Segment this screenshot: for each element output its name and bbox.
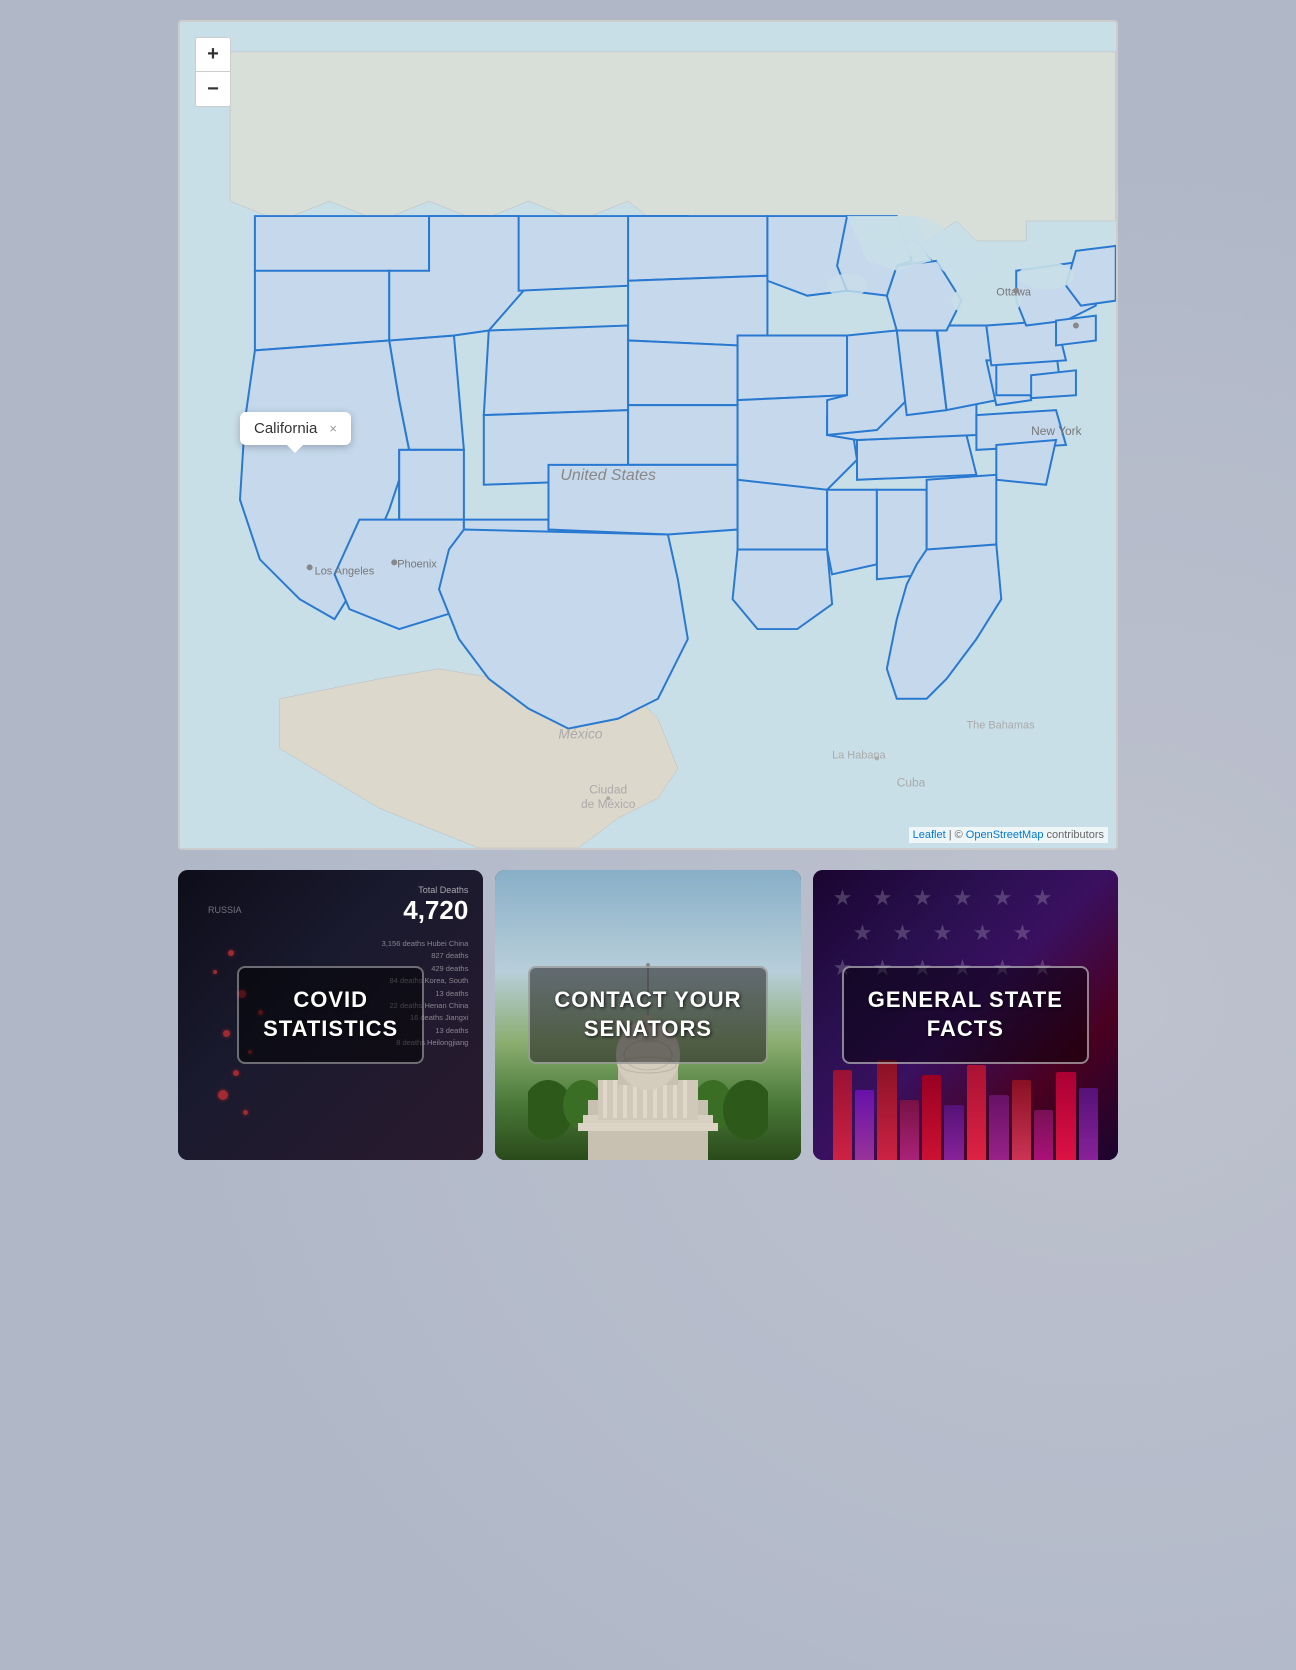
senators-card-label[interactable]: CONTACT YOUR SENATORS xyxy=(508,950,787,1079)
map-tooltip[interactable]: California × xyxy=(240,412,351,445)
tooltip-close-button[interactable]: × xyxy=(329,421,337,436)
svg-text:Phoenix: Phoenix xyxy=(397,558,437,570)
covid-label-box: COVID STATISTICS xyxy=(237,966,424,1063)
bar-11 xyxy=(1056,1072,1075,1160)
attribution-contributors: contributors xyxy=(1047,829,1104,841)
star-1: ★ xyxy=(833,885,853,911)
svg-text:Los Angeles: Los Angeles xyxy=(315,565,375,577)
russia-label: RUSSIA xyxy=(208,905,242,915)
star-2: ★ xyxy=(873,885,893,911)
star-7: ★ xyxy=(853,920,873,946)
bar-5 xyxy=(922,1075,941,1160)
star-8: ★ xyxy=(893,920,913,946)
svg-text:México: México xyxy=(558,726,602,742)
general-facts-card[interactable]: ★ ★ ★ ★ ★ ★ ★ ★ ★ ★ ★ ★ ★ ★ ★ ★ ★ xyxy=(813,870,1118,1160)
leaflet-link[interactable]: Leaflet xyxy=(913,829,946,841)
svg-text:Cuba: Cuba xyxy=(897,775,926,789)
zoom-out-button[interactable]: − xyxy=(196,72,230,106)
star-5: ★ xyxy=(993,885,1013,911)
covid-card-label[interactable]: COVID STATISTICS xyxy=(217,950,444,1079)
tooltip-state-name: California xyxy=(254,420,317,437)
bar-12 xyxy=(1079,1088,1098,1160)
bar-2 xyxy=(855,1090,874,1160)
map-container[interactable]: United States Los Angeles Phoenix New Yo… xyxy=(178,20,1118,850)
svg-text:The Bahamas: The Bahamas xyxy=(966,720,1035,732)
star-10: ★ xyxy=(973,920,993,946)
svg-text:United States: United States xyxy=(560,467,656,484)
covid-statistics-card[interactable]: RUSSIA Total Deaths 4,720 3,156 deaths H… xyxy=(178,870,483,1160)
star-11: ★ xyxy=(1013,920,1033,946)
bar-4 xyxy=(900,1100,919,1160)
contact-senators-card[interactable]: CONTACT YOUR SENATORS xyxy=(495,870,800,1160)
total-deaths-value: 4,720 xyxy=(403,895,468,926)
cards-section: RUSSIA Total Deaths 4,720 3,156 deaths H… xyxy=(178,870,1118,1160)
red-dot-8 xyxy=(218,1090,228,1100)
zoom-in-button[interactable]: + xyxy=(196,38,230,72)
bar-1 xyxy=(833,1070,852,1160)
covid-total-deaths-label: Total Deaths 4,720 xyxy=(403,885,468,926)
bar-10 xyxy=(1034,1110,1053,1160)
svg-text:New York: New York xyxy=(1031,424,1081,438)
star-6: ★ xyxy=(1033,885,1053,911)
senators-card-title: CONTACT YOUR SENATORS xyxy=(554,986,741,1043)
attribution-separator: | © xyxy=(949,829,966,841)
bar-8 xyxy=(989,1095,1008,1160)
star-4: ★ xyxy=(953,885,973,911)
osm-link[interactable]: OpenStreetMap xyxy=(966,829,1044,841)
facts-card-label[interactable]: GENERAL STATE FACTS xyxy=(822,950,1109,1079)
map-attribution: Leaflet | © OpenStreetMap contributors xyxy=(909,827,1108,843)
svg-text:Ciudad: Ciudad xyxy=(589,782,627,796)
facts-card-title: GENERAL STATE FACTS xyxy=(868,986,1063,1043)
covid-card-title: COVID STATISTICS xyxy=(263,986,398,1043)
star-3: ★ xyxy=(913,885,933,911)
zoom-controls: + − xyxy=(195,37,231,107)
bar-6 xyxy=(944,1105,963,1160)
bar-9 xyxy=(1012,1080,1031,1160)
star-9: ★ xyxy=(933,920,953,946)
stat-1: 3,156 deaths Hubei China xyxy=(382,938,469,950)
red-dot-9 xyxy=(243,1110,248,1115)
facts-label-box: GENERAL STATE FACTS xyxy=(842,966,1089,1063)
senators-label-box: CONTACT YOUR SENATORS xyxy=(528,966,767,1063)
total-deaths-label: Total Deaths xyxy=(403,885,468,895)
